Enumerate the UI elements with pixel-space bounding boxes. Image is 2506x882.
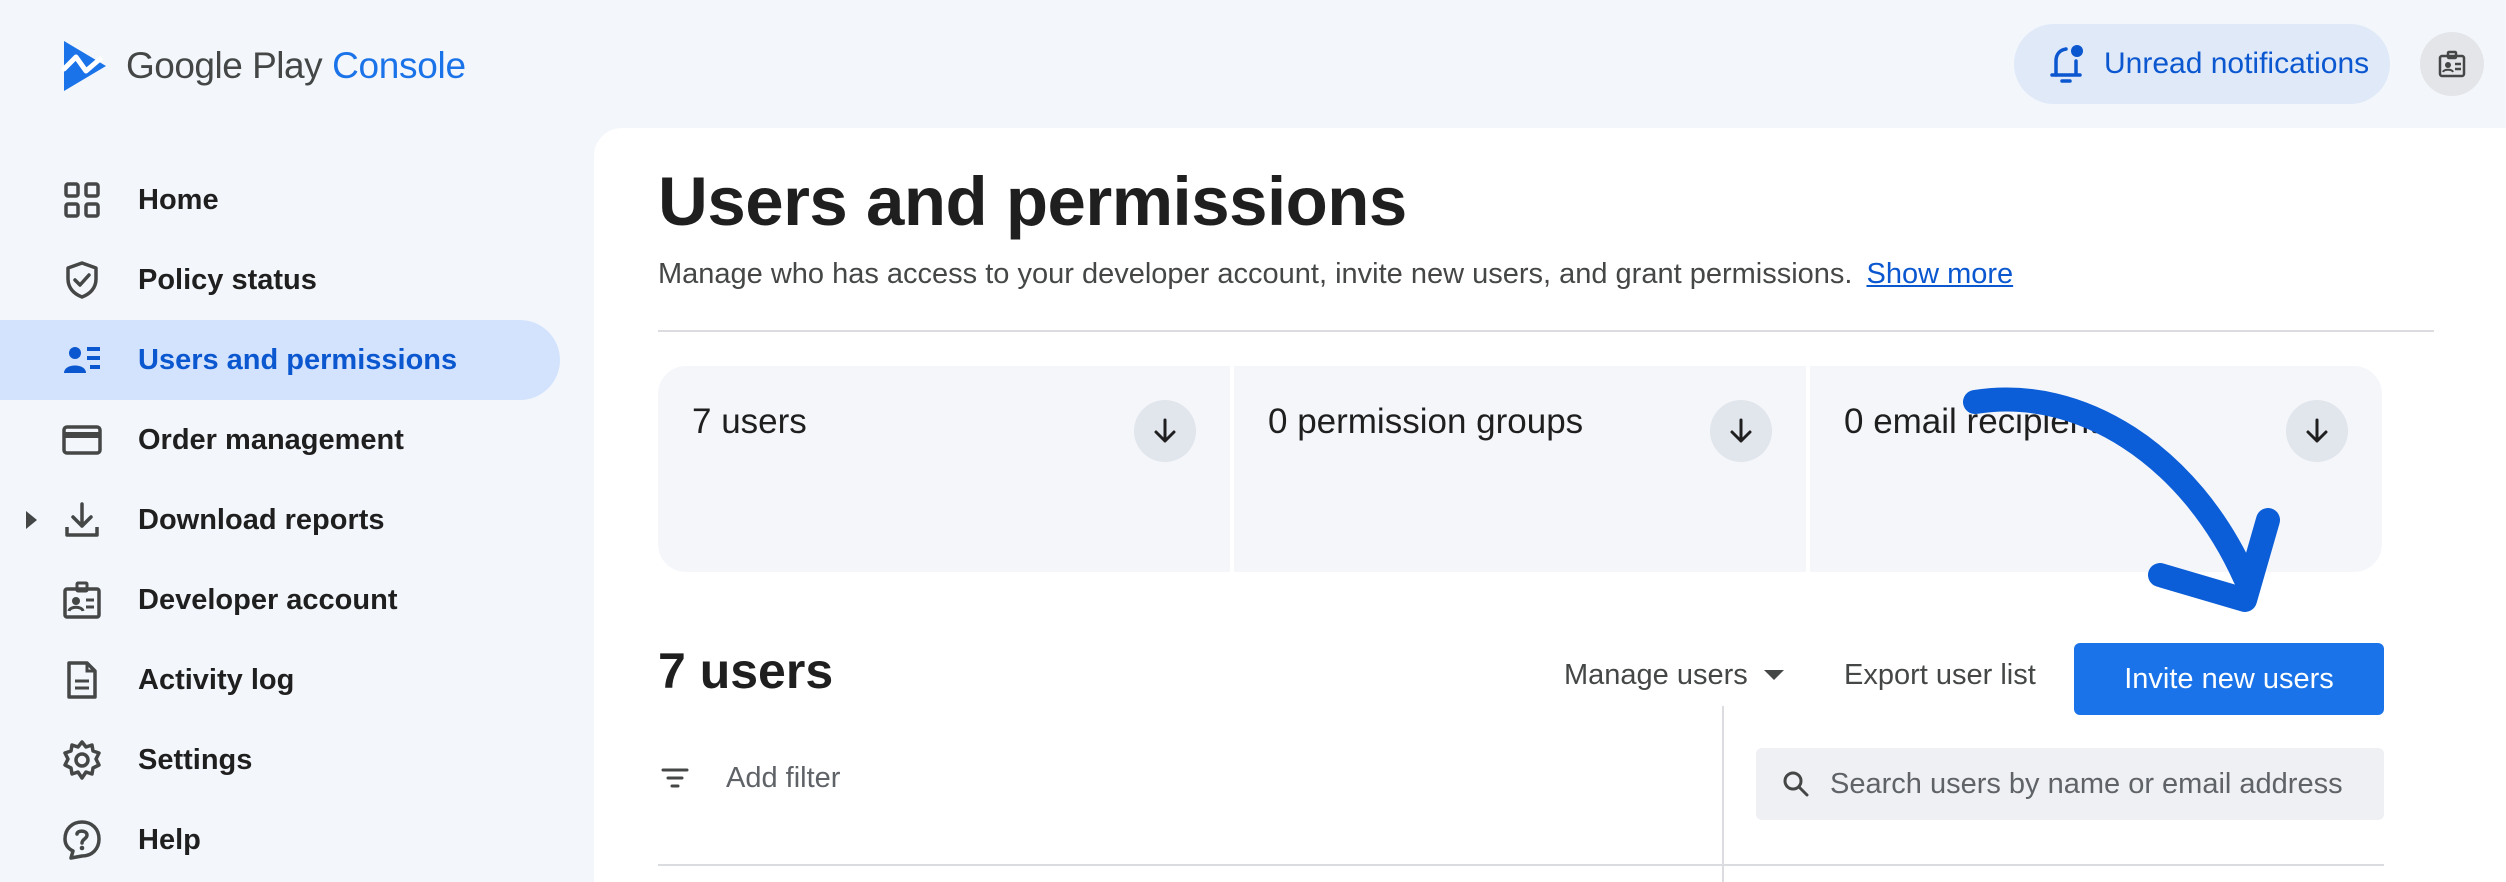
brand-console: Console <box>332 45 466 86</box>
expand-caret-icon[interactable] <box>26 511 37 529</box>
add-filter-button[interactable]: Add filter <box>658 748 840 808</box>
notifications-label: Unread notifications <box>2104 47 2370 80</box>
search-input[interactable] <box>1830 767 2370 801</box>
summary-card-email-recipients[interactable]: 0 email recipients <box>1810 366 2382 572</box>
search-users-field[interactable] <box>1756 748 2384 820</box>
add-filter-label: Add filter <box>726 761 841 794</box>
arrow-down-icon[interactable] <box>1710 400 1772 462</box>
sidebar-item-label: Settings <box>138 743 253 776</box>
sidebar-item-label: Policy status <box>138 263 317 296</box>
shield-check-icon <box>60 258 104 302</box>
filter-icon <box>661 768 689 788</box>
unread-notifications-button[interactable]: Unread notifications <box>2014 24 2390 104</box>
summary-card-label: 0 permission groups <box>1268 402 1584 441</box>
sidebar-item-users-and-permissions[interactable]: Users and permissions <box>0 320 560 400</box>
main-content: Users and permissions Manage who has acc… <box>594 128 2506 882</box>
help-icon <box>60 818 104 862</box>
page-title: Users and permissions <box>658 163 1407 240</box>
manage-users-dropdown[interactable]: Manage users <box>1564 650 1784 700</box>
grid-icon <box>60 178 104 222</box>
id-badge-icon <box>60 578 104 622</box>
bell-notification-icon <box>2050 45 2083 83</box>
summary-card-label: 0 email recipients <box>1844 402 2117 441</box>
sidebar-item-label: Activity log <box>138 663 295 696</box>
dropdown-arrow-icon <box>1763 670 1784 680</box>
arrow-down-icon[interactable] <box>1134 400 1196 462</box>
play-console-logo-icon <box>61 41 106 91</box>
sidebar-item-home[interactable]: Home <box>0 160 560 240</box>
search-icon <box>1783 771 1809 797</box>
sidebar-item-label: Order management <box>138 423 404 456</box>
export-user-list-button[interactable]: Export user list <box>1844 650 2036 700</box>
sidebar-item-developer-account[interactable]: Developer account <box>0 560 560 640</box>
sidebar-item-help[interactable]: Help <box>0 800 560 880</box>
users-list-icon <box>60 338 104 382</box>
description-text: Manage who has access to your developer … <box>658 258 1853 290</box>
document-icon <box>60 658 104 702</box>
arrow-down-icon[interactable] <box>2286 400 2348 462</box>
brand[interactable]: Google Play Console <box>60 36 466 96</box>
invite-new-users-button[interactable]: Invite new users <box>2074 643 2384 715</box>
summary-card-permission-groups[interactable]: 0 permission groups <box>1234 366 1806 572</box>
sidebar-item-order-management[interactable]: Order management <box>0 400 560 480</box>
manage-users-label: Manage users <box>1564 658 1748 691</box>
sidebar-item-activity-log[interactable]: Activity log <box>0 640 560 720</box>
sidebar-item-label: Home <box>138 183 219 216</box>
credit-card-icon <box>60 418 104 462</box>
account-button[interactable] <box>2420 32 2484 96</box>
page-description: Manage who has access to your developer … <box>658 258 2013 291</box>
show-more-link[interactable]: Show more <box>1866 258 2013 290</box>
sidebar-item-settings[interactable]: Settings <box>0 720 560 800</box>
vertical-divider <box>1722 706 1724 882</box>
sidebar-item-label: Download reports <box>138 503 385 536</box>
sidebar-item-label: Users and permissions <box>138 343 458 376</box>
brand-name: Google Play <box>126 45 323 86</box>
summary-card-label: 7 users <box>692 402 807 441</box>
id-card-icon <box>2438 50 2466 78</box>
table-header-divider <box>658 864 2384 866</box>
download-icon <box>60 498 104 542</box>
sidebar-item-label: Developer account <box>138 583 398 616</box>
summary-card-users[interactable]: 7 users <box>658 366 1230 572</box>
sidebar-item-download-reports[interactable]: Download reports <box>0 480 560 560</box>
sidebar-item-policy-status[interactable]: Policy status <box>0 240 560 320</box>
sidebar-item-label: Help <box>138 823 201 856</box>
divider <box>658 330 2434 332</box>
users-section-title: 7 users <box>658 643 834 699</box>
summary-cards: 7 users 0 permission groups 0 email reci… <box>658 366 2382 572</box>
gear-icon <box>60 738 104 782</box>
